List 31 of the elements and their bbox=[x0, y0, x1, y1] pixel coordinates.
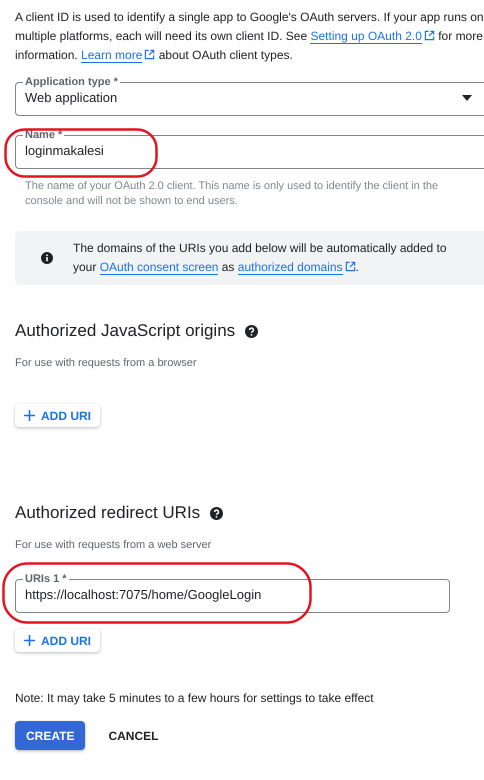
external-link-icon bbox=[144, 49, 156, 60]
help-icon bbox=[245, 324, 258, 338]
name-field[interactable]: Name * loginmakalesi bbox=[15, 128, 484, 169]
create-button[interactable]: CREATE bbox=[15, 721, 86, 750]
external-link-icon bbox=[424, 30, 435, 41]
field-value: loginmakalesi bbox=[25, 142, 104, 160]
link[interactable]: Learn more bbox=[81, 48, 142, 63]
field-value: Web application bbox=[25, 89, 118, 107]
dropdown-caret-icon bbox=[462, 95, 472, 101]
cancel-button[interactable]: CANCEL bbox=[95, 721, 172, 750]
section-heading: Authorized redirect URIs bbox=[15, 502, 200, 524]
link[interactable]: Setting up OAuth 2.0 bbox=[310, 29, 422, 44]
section-heading: Authorized JavaScript origins bbox=[15, 320, 236, 342]
section-description: For use with requests from a browser bbox=[15, 356, 198, 370]
add-uri-button[interactable]: ADD URI bbox=[15, 404, 100, 427]
info-text: The domains of the URIs you add below will be automatically added to your OAuth consent screen as authorized domains . bbox=[73, 240, 448, 277]
plus-icon bbox=[24, 635, 35, 646]
application-type-select[interactable]: Application type * Web application bbox=[15, 75, 484, 116]
help-icon bbox=[210, 506, 224, 520]
add-uri-button[interactable]: ADD URI bbox=[15, 629, 100, 652]
field-value: https://localhost:7075/home/GoogleLogin bbox=[25, 586, 262, 604]
note-text: Note: It may take 5 minutes to a few hours for settings to take effect bbox=[15, 690, 375, 706]
section-description: For use with requests from a web server bbox=[15, 538, 212, 552]
uri-field[interactable]: URIs 1 * https://localhost:7075/home/GoogleLogin bbox=[15, 572, 450, 613]
field-hint: The name of your OAuth 2.0 client. This name is only used to identify the client in the console and will not be shown to end users. bbox=[24, 179, 440, 209]
link[interactable]: OAuth consent screen bbox=[100, 260, 218, 275]
link[interactable]: authorized domains bbox=[238, 260, 342, 275]
external-link-icon bbox=[344, 261, 356, 272]
plus-icon bbox=[24, 410, 35, 421]
intro-text: A client ID is used to identify a single app to Google's OAuth servers. If your app runs on multiple platforms, each will need its own client ID. See Setting up OAuth 2.0 for more information. Learn more about OAuth client types. bbox=[15, 9, 484, 65]
info-icon bbox=[41, 252, 53, 264]
